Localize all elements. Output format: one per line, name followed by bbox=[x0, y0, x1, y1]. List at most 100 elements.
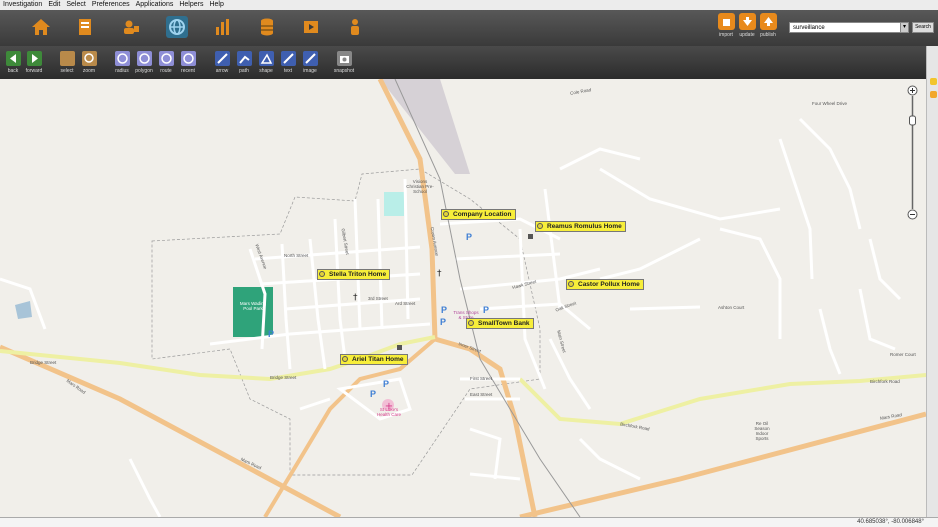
parking-icon: P bbox=[441, 305, 448, 315]
zoom-handle bbox=[909, 115, 916, 126]
railway bbox=[394, 79, 581, 517]
park-area bbox=[233, 287, 273, 337]
arrow-icon bbox=[214, 51, 230, 66]
marker-stella-triton-home[interactable]: Stella Triton Home bbox=[317, 269, 391, 280]
pin-icon bbox=[468, 320, 474, 326]
route-button[interactable]: route bbox=[155, 51, 177, 74]
road-label: Birchfork Road bbox=[870, 379, 900, 384]
menu-helpers[interactable]: Helpers bbox=[176, 0, 206, 10]
marker-label: Ariel Titan Home bbox=[352, 356, 404, 363]
menu-select[interactable]: Select bbox=[63, 0, 88, 10]
parking-icon: P bbox=[483, 305, 490, 315]
marker-company-location[interactable]: Company Location bbox=[441, 209, 516, 220]
recent-button[interactable]: recent bbox=[177, 51, 199, 74]
menu-bar: Investigation Edit Select Preferences Applic… bbox=[0, 0, 938, 10]
marker-smalltown-bank[interactable]: SmallTown Bank bbox=[466, 318, 534, 329]
update-label: update bbox=[739, 32, 755, 38]
home-icon[interactable] bbox=[30, 16, 52, 38]
select-button[interactable]: select bbox=[56, 51, 78, 74]
road-label: Four Wheel Drive bbox=[812, 101, 848, 106]
map-canvas: + † † bbox=[0, 79, 926, 517]
path-button[interactable]: path bbox=[233, 51, 255, 74]
road-label: Ashton Court bbox=[718, 305, 745, 310]
path-icon bbox=[236, 51, 252, 66]
text-icon bbox=[280, 51, 296, 66]
import-label: import bbox=[719, 32, 733, 38]
image-button[interactable]: image bbox=[299, 51, 321, 74]
import-button[interactable]: import bbox=[716, 13, 736, 38]
menu-investigation[interactable]: Investigation bbox=[0, 0, 45, 10]
back-button[interactable]: back bbox=[2, 51, 24, 74]
marker-label: Castor Pollux Home bbox=[578, 281, 640, 288]
search-input[interactable]: surveillance bbox=[789, 22, 909, 33]
road-label: Ard Street bbox=[395, 301, 416, 306]
zoom-slider[interactable] bbox=[907, 85, 918, 220]
zoom-button[interactable]: zoom bbox=[78, 51, 100, 74]
sports-label: Re Oil Season Indoor Sports bbox=[754, 421, 770, 441]
zoom-label: zoom bbox=[82, 68, 96, 74]
menu-applications[interactable]: Applications bbox=[133, 0, 177, 10]
update-icon bbox=[738, 13, 756, 30]
forward-button[interactable]: forward bbox=[23, 51, 45, 74]
parking-icon: P bbox=[370, 389, 377, 399]
forward-label: forward bbox=[25, 68, 43, 74]
publish-icon bbox=[759, 13, 777, 30]
text-label: text bbox=[283, 68, 293, 74]
recent-icon bbox=[180, 51, 196, 66]
road-label: Bridge Street bbox=[30, 360, 57, 365]
menu-preferences[interactable]: Preferences bbox=[89, 0, 133, 10]
parking-icon: P bbox=[383, 379, 390, 389]
back-label: back bbox=[7, 68, 19, 74]
school-label: Visions Christian Pre-School bbox=[406, 179, 434, 194]
image-label: image bbox=[303, 68, 317, 74]
birchfork-road bbox=[518, 373, 926, 427]
map-globe-icon[interactable] bbox=[166, 16, 188, 38]
video-icon[interactable] bbox=[300, 16, 322, 38]
snapshot-button[interactable]: snapshot bbox=[333, 51, 355, 74]
marker-castor-pollux-home[interactable]: Castor Pollux Home bbox=[566, 279, 644, 290]
path-label: path bbox=[239, 68, 249, 74]
update-button[interactable]: update bbox=[737, 13, 757, 38]
arrow-button[interactable]: arrow bbox=[211, 51, 233, 74]
arrow-label: arrow bbox=[215, 68, 229, 74]
import-icon bbox=[717, 13, 735, 30]
road-label: Bridge Street bbox=[270, 375, 297, 380]
recent-label: recent bbox=[181, 68, 195, 74]
radius-button[interactable]: radius bbox=[111, 51, 133, 74]
menu-edit[interactable]: Edit bbox=[45, 0, 63, 10]
people-icon[interactable] bbox=[120, 16, 142, 38]
marker-reamus-romulus-home[interactable]: Reamus Romulus Home bbox=[535, 221, 626, 232]
select-label: select bbox=[60, 68, 74, 74]
shape-label: shape bbox=[259, 68, 273, 74]
road-label: First Street bbox=[470, 376, 493, 381]
road-label: East Street bbox=[470, 392, 493, 397]
parking-icon: P bbox=[440, 317, 447, 327]
radius-label: radius bbox=[115, 68, 129, 74]
report-icon[interactable] bbox=[74, 16, 96, 38]
person-icon[interactable] bbox=[344, 16, 366, 38]
database-icon[interactable] bbox=[256, 16, 278, 38]
chart-icon[interactable] bbox=[212, 16, 234, 38]
publish-label: publish bbox=[760, 32, 776, 38]
road-label: 3rd Street bbox=[368, 296, 388, 301]
shape-button[interactable]: shape bbox=[255, 51, 277, 74]
polygon-button[interactable]: polygon bbox=[133, 51, 155, 74]
mars-road-east bbox=[519, 411, 926, 517]
menu-help[interactable]: Help bbox=[206, 0, 226, 10]
marker-ariel-titan-home[interactable]: Ariel Titan Home bbox=[340, 354, 408, 365]
side-panel-strip[interactable] bbox=[926, 46, 938, 517]
search-button[interactable]: Search bbox=[912, 22, 934, 33]
marker-label: Reamus Romulus Home bbox=[547, 223, 622, 230]
image-icon bbox=[302, 51, 318, 66]
health-label: St Luke's Health Care bbox=[376, 407, 401, 417]
text-button[interactable]: text bbox=[277, 51, 299, 74]
shape-icon bbox=[258, 51, 274, 66]
panel-toggle-icon[interactable] bbox=[929, 91, 937, 98]
publish-button[interactable]: publish bbox=[758, 13, 778, 38]
search-dropdown-icon[interactable]: ▾ bbox=[900, 22, 909, 33]
map-view[interactable]: + † † P P P P P P P Mars Road Mars Road … bbox=[0, 79, 926, 517]
snapshot-icon bbox=[336, 51, 352, 66]
panel-toggle-icon[interactable] bbox=[929, 78, 937, 85]
marker-label: Stella Triton Home bbox=[329, 271, 387, 278]
church-icon-2: † bbox=[353, 293, 358, 303]
